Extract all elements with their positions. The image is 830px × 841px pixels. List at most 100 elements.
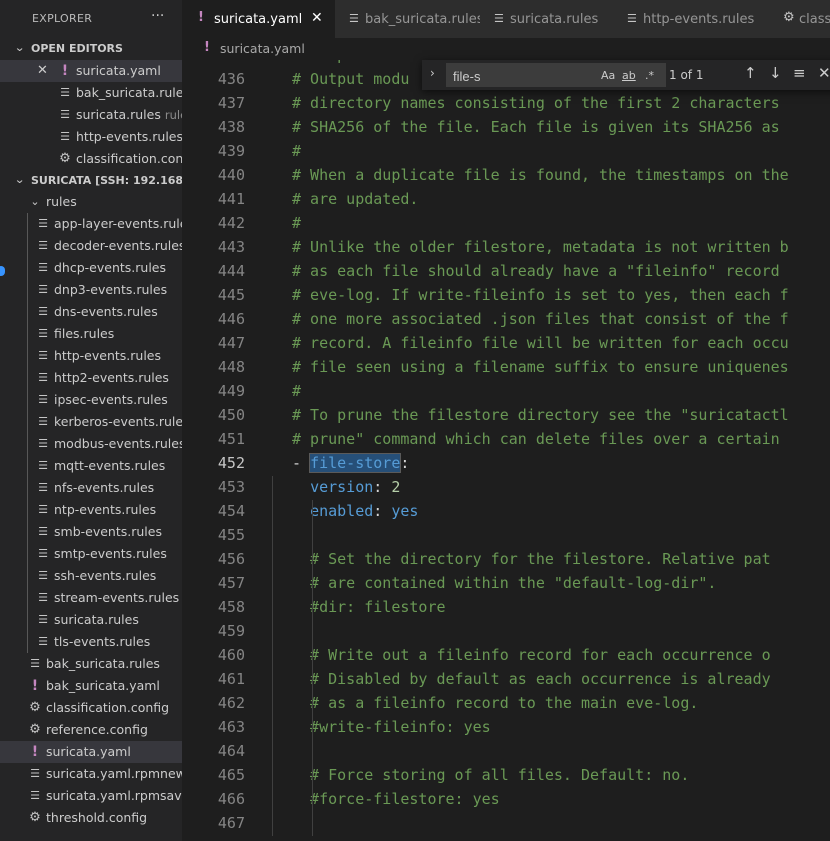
close-icon[interactable]: ✕	[37, 63, 48, 78]
file-item[interactable]: ☰ modbus-events.rules	[0, 433, 182, 455]
match-case-icon[interactable]: Aa	[601, 69, 615, 82]
file-item[interactable]: ! bak_suricata.yaml	[0, 675, 182, 697]
rules-lines-icon: ☰	[38, 437, 48, 450]
yaml-bang-icon: !	[31, 744, 39, 760]
explorer-header: EXPLORER ···	[0, 0, 182, 38]
file-item[interactable]: ☰ kerberos-events.rules	[0, 411, 182, 433]
file-label: stream-events.rules	[54, 590, 180, 605]
file-item[interactable]: ☰ dns-events.rules	[0, 301, 182, 323]
open-editor-item[interactable]: ☰ http-events.rules...	[0, 126, 182, 148]
find-widget: › Aa ab .* 1 of 1 ↑ ↓ ≡ ✕	[422, 60, 830, 90]
open-editor-item[interactable]: ✕! suricata.yaml	[0, 60, 182, 82]
workspace-header[interactable]: ⌄ SURICATA [SSH: 192.168.1...	[0, 170, 182, 192]
open-editors-header[interactable]: ⌄ OPEN EDITORS	[0, 38, 182, 60]
code-line: #dir: filestore	[292, 598, 446, 616]
line-number: 441	[217, 190, 245, 208]
chevron-down-icon: ⌄	[14, 173, 26, 186]
file-item[interactable]: ☰ decoder-events.rules	[0, 235, 182, 257]
file-item[interactable]: ☰ smtp-events.rules	[0, 543, 182, 565]
code-editor[interactable]: 435 # Output module 436 # Output modu 437 # d…	[182, 60, 830, 841]
previous-match-icon[interactable]: ↑	[744, 64, 757, 82]
colon: :	[400, 454, 410, 472]
next-match-icon[interactable]: ↓	[769, 64, 782, 82]
line-number: 443	[217, 238, 245, 256]
tab-label: bak_suricata.rules	[365, 12, 481, 27]
indent-guide	[272, 476, 273, 836]
file-item[interactable]: ☰ mqtt-events.rules	[0, 455, 182, 477]
file-item[interactable]: ☰ dnp3-events.rules	[0, 279, 182, 301]
breadcrumb[interactable]: ! suricata.yaml	[182, 38, 830, 60]
file-item[interactable]: ☰ nfs-events.rules	[0, 477, 182, 499]
file-item[interactable]: ☰ bak_suricata.rules	[0, 653, 182, 675]
open-editor-item[interactable]: ☰ suricata.rulesrules	[0, 104, 182, 126]
open-editor-item[interactable]: ⚙ classification.con...	[0, 148, 182, 170]
file-item[interactable]: ⚙ reference.config	[0, 719, 182, 741]
file-label: classification.config	[46, 700, 170, 715]
code-line: # are contained within the "default-log-…	[292, 574, 717, 592]
file-item[interactable]: ☰ ntp-events.rules	[0, 499, 182, 521]
line-number: 460	[217, 646, 245, 664]
tab-suricata-yaml[interactable]: ! suricata.yaml ✕	[182, 0, 336, 38]
rules-lines-icon: ☰	[38, 525, 48, 538]
file-item[interactable]: ☰ app-layer-events.rules	[0, 213, 182, 235]
file-item[interactable]: ☰ http-events.rules	[0, 345, 182, 367]
find-input[interactable]	[451, 66, 595, 86]
line-number: 444	[217, 262, 245, 280]
open-editor-item[interactable]: ☰ bak_suricata.rules	[0, 82, 182, 104]
line-number: 438	[217, 118, 245, 136]
file-item[interactable]: ⚙ threshold.config	[0, 807, 182, 829]
regex-icon[interactable]: .*	[645, 69, 654, 82]
file-item[interactable]: ☰ http2-events.rules	[0, 367, 182, 389]
file-item[interactable]: ☰ ipsec-events.rules	[0, 389, 182, 411]
find-input-box: Aa ab .*	[446, 63, 666, 87]
file-label: dns-events.rules	[54, 304, 158, 319]
tab-http-events-rules[interactable]: ☰ http-events.rules	[613, 0, 770, 38]
code-line: # To prune the filestore directory see t…	[292, 406, 789, 424]
code-line: # Unlike the older filestore, metadata i…	[292, 238, 789, 256]
file-item[interactable]: ☰ suricata.yaml.rpmsave	[0, 785, 182, 807]
match-whole-word-icon[interactable]: ab	[622, 69, 636, 82]
line-number: 465	[217, 766, 245, 784]
file-item[interactable]: ☰ dhcp-events.rules	[0, 257, 182, 279]
close-find-icon[interactable]: ✕	[818, 64, 830, 82]
file-name: suricata.rules	[76, 107, 161, 122]
tab-bak-suricata-rules[interactable]: ☰ bak_suricata.rules	[335, 0, 481, 38]
line-number: 439	[217, 142, 245, 160]
find-in-selection-icon[interactable]: ≡	[793, 64, 806, 82]
folder-rules[interactable]: ⌄ rules	[0, 191, 182, 213]
file-item[interactable]: ⚙ classification.config	[0, 697, 182, 719]
rules-lines-icon: ☰	[494, 12, 504, 25]
open-editor-label: classification.con...	[76, 151, 182, 166]
line-number: 461	[217, 670, 245, 688]
file-item[interactable]: ☰ stream-events.rules	[0, 587, 182, 609]
code-line: # Disabled by default as each occurrence…	[292, 670, 771, 688]
rules-lines-icon: ☰	[38, 393, 48, 406]
rules-lines-icon: ☰	[38, 371, 48, 384]
more-actions-icon[interactable]: ···	[151, 8, 164, 24]
code-line: # record. A fileinfo file will be writte…	[292, 334, 789, 352]
line-number: 437	[217, 94, 245, 112]
file-item[interactable]: ☰ files.rules	[0, 323, 182, 345]
toggle-replace-icon[interactable]: ›	[430, 66, 435, 80]
file-item[interactable]: ! suricata.yaml	[0, 741, 182, 763]
yaml-bang-icon: !	[61, 63, 69, 79]
close-icon[interactable]: ✕	[311, 10, 323, 26]
open-editors-label: OPEN EDITORS	[31, 42, 123, 55]
file-item[interactable]: ☰ smb-events.rules	[0, 521, 182, 543]
file-item[interactable]: ☰ ssh-events.rules	[0, 565, 182, 587]
tab-classi[interactable]: ⚙ classi	[769, 0, 830, 38]
rules-lines-icon: ☰	[60, 130, 70, 143]
file-item[interactable]: ☰ tls-events.rules	[0, 631, 182, 653]
chevron-down-icon: ⌄	[30, 195, 40, 208]
yaml-value: yes	[391, 502, 419, 520]
rules-lines-icon: ☰	[60, 108, 70, 121]
code-line: # as each file should already have a "fi…	[292, 262, 780, 280]
line-number: 445	[217, 286, 245, 304]
line-number: 453	[217, 478, 245, 496]
code-line: # eve-log. If write-fileinfo is set to y…	[292, 286, 789, 304]
file-item[interactable]: ☰ suricata.rules	[0, 609, 182, 631]
rules-lines-icon: ☰	[38, 503, 48, 516]
tab-suricata-rules[interactable]: ☰ suricata.rules	[480, 0, 614, 38]
rules-lines-icon: ☰	[38, 349, 48, 362]
file-item[interactable]: ☰ suricata.yaml.rpmnew	[0, 763, 182, 785]
